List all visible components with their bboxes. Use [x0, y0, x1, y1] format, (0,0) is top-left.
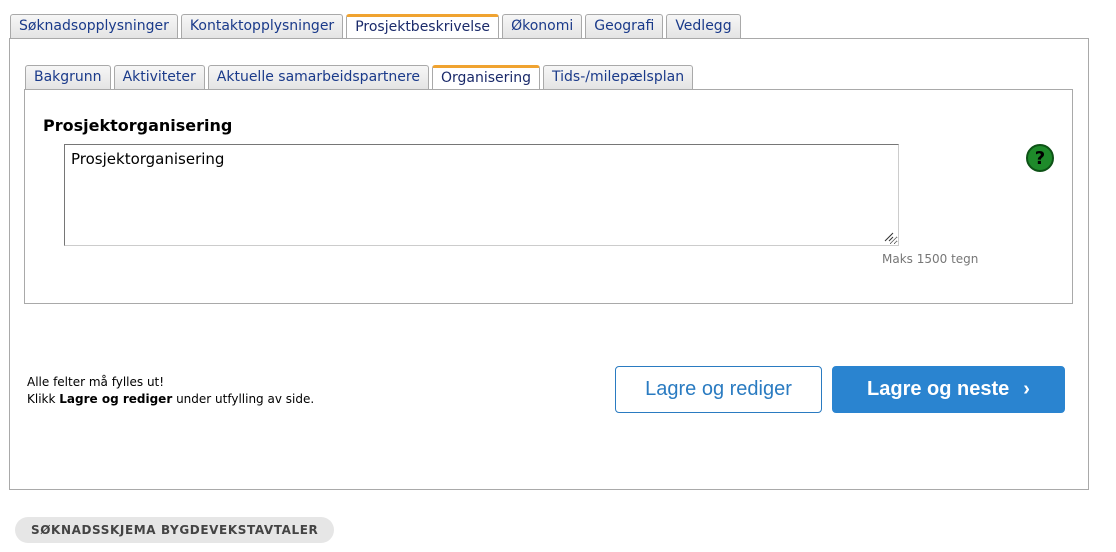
form-name-badge: SØKNADSSKJEMA BYGDEVEKSTAVTALER [15, 517, 335, 543]
resize-grip-icon[interactable] [882, 230, 894, 242]
save-next-button[interactable]: Lagre og neste › [832, 366, 1065, 413]
chevron-right-icon: › [1023, 378, 1030, 400]
inner-tab-bar: Bakgrunn Aktiviteter Aktuelle samarbeids… [25, 65, 694, 89]
tab-aktuelle-samarbeidspartnere[interactable]: Aktuelle samarbeidspartnere [207, 65, 429, 89]
tab-vedlegg[interactable]: Vedlegg [666, 14, 741, 38]
tab-organisering[interactable]: Organisering [431, 65, 541, 89]
tab-geografi[interactable]: Geografi [585, 14, 664, 38]
tab-bakgrunn[interactable]: Bakgrunn [25, 65, 111, 89]
question-icon[interactable]: ? [1026, 144, 1054, 172]
tab-aktiviteter[interactable]: Aktiviteter [113, 65, 205, 89]
section-title: Prosjektorganisering [43, 116, 233, 135]
prosjektorganisering-textarea[interactable] [64, 144, 899, 246]
footnote-suffix: under utfylling av side. [172, 392, 315, 406]
tab-kontaktopplysninger[interactable]: Kontaktopplysninger [180, 14, 344, 38]
tab-prosjektbeskrivelse[interactable]: Prosjektbeskrivelse [346, 14, 500, 38]
tab-okonomi[interactable]: Økonomi [502, 14, 583, 38]
footnote-prefix: Klikk [27, 392, 60, 406]
footnote-line-1: Alle felter må fylles ut! [27, 375, 165, 389]
outer-tab-bar: Søknadsopplysninger Kontaktopplysninger … [10, 14, 741, 38]
max-length-note: Maks 1500 tegn [882, 252, 979, 266]
footnote-bold: Lagre og rediger [59, 392, 173, 406]
tab-soknadsopplysninger[interactable]: Søknadsopplysninger [10, 14, 178, 38]
save-edit-button[interactable]: Lagre og rediger [615, 366, 822, 413]
required-fields-note: Alle felter må fylles ut! Klikk Lagre og… [27, 374, 314, 408]
footnote-line-2: Klikk Lagre og rediger under utfylling a… [27, 391, 314, 408]
tab-tids-milepaelsplan[interactable]: Tids-/milepælsplan [543, 65, 694, 89]
save-next-label: Lagre og neste [867, 378, 1010, 400]
